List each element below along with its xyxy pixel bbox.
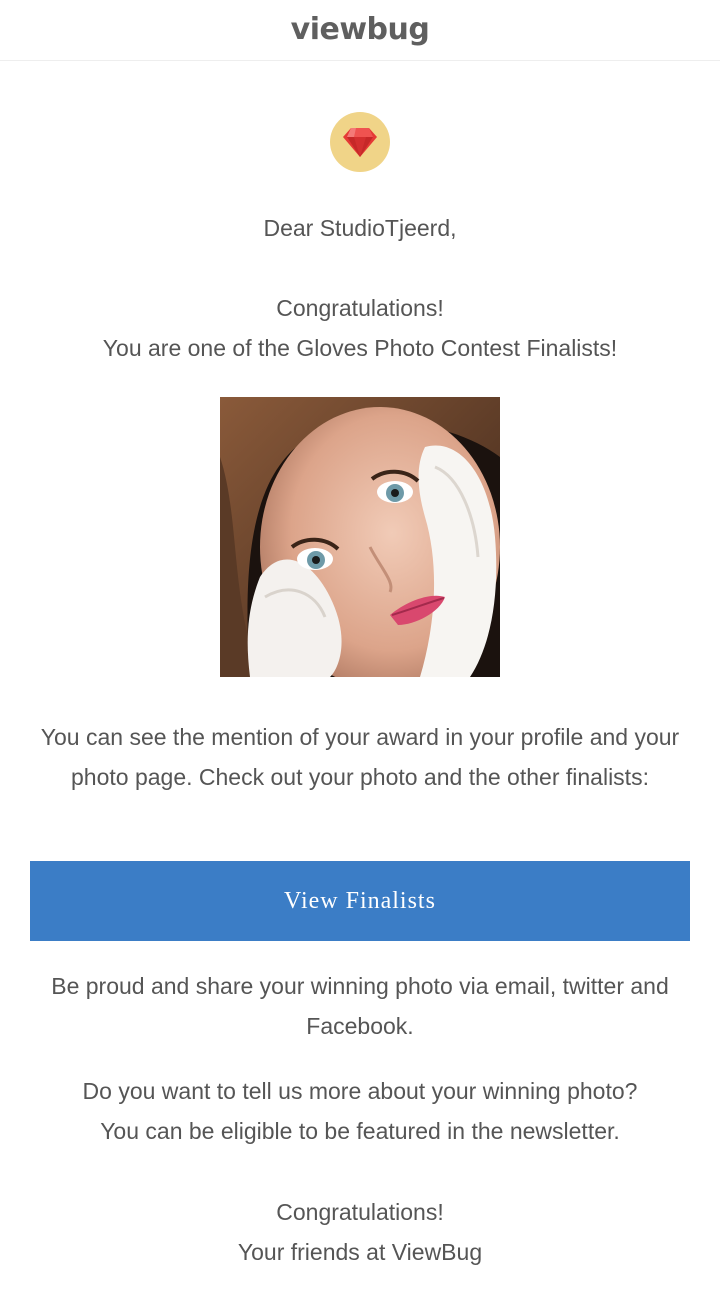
viewbug-logo[interactable]: viewbug bbox=[291, 12, 430, 47]
signature: Your friends at ViewBug bbox=[237, 1239, 483, 1265]
winning-photo[interactable] bbox=[220, 397, 500, 677]
ruby-gem-icon bbox=[343, 128, 377, 157]
closing-congratulations: Congratulations! bbox=[276, 1199, 444, 1225]
award-info-paragraph: You can see the mention of your award in… bbox=[40, 724, 680, 790]
greeting-text: Dear StudioTjeerd, bbox=[263, 215, 457, 241]
feature-question: Do you want to tell us more about your w… bbox=[82, 1078, 638, 1104]
share-paragraph: Be proud and share your winning photo vi… bbox=[51, 973, 669, 1039]
view-finalists-button[interactable]: View Finalists bbox=[30, 861, 690, 941]
email-header: viewbug bbox=[0, 0, 720, 61]
award-badge bbox=[330, 112, 390, 172]
congratulations-text: Congratulations! bbox=[276, 295, 444, 321]
finalist-announcement: You are one of the Gloves Photo Contest … bbox=[102, 335, 618, 361]
feature-eligibility: You can be eligible to be featured in th… bbox=[100, 1118, 620, 1144]
